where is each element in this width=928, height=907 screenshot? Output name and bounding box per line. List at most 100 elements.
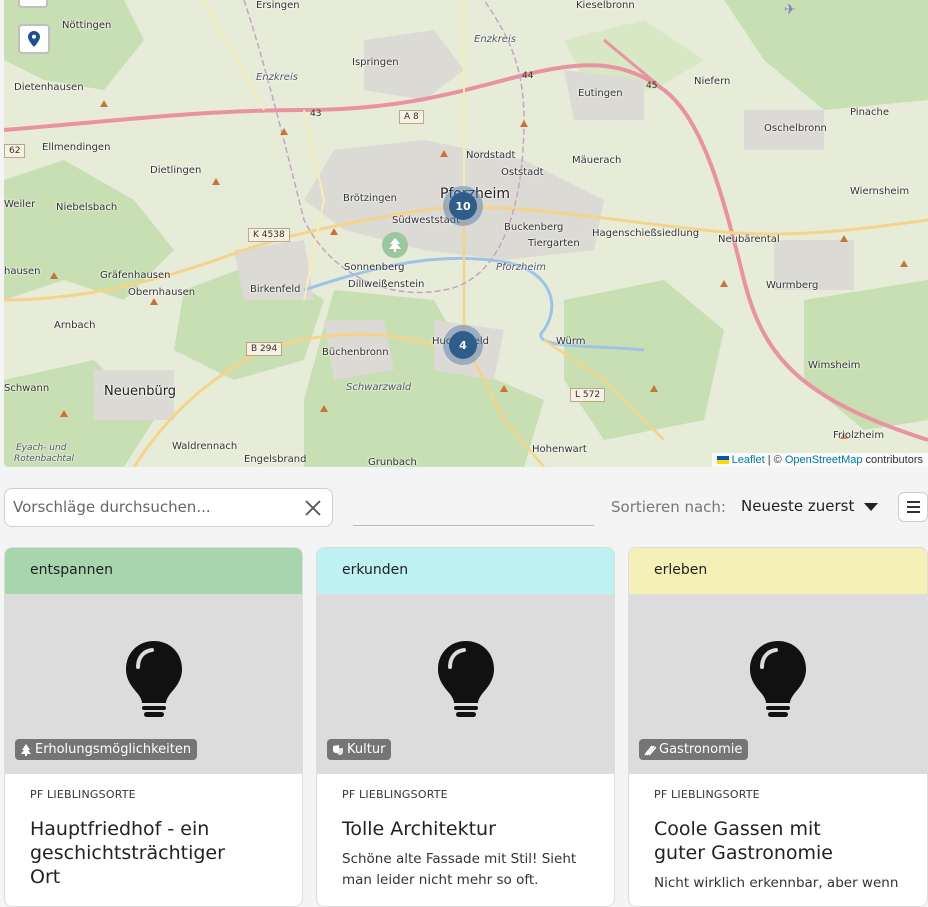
cluster-count: 4 [449,331,477,359]
sort-value: Neueste zuerst [741,497,855,515]
card-category: entspannen [5,548,302,594]
lightbulb-icon [750,641,806,717]
map-label: Enzkreis [474,34,516,45]
osm-link[interactable]: OpenStreetMap [785,454,863,466]
card-image: Gastronomie [629,594,927,774]
category-badge: Kultur [327,739,392,760]
road-shield: K 4538 [248,228,290,242]
map-label: Eutingen [578,88,623,99]
map-label: Waldrennach [172,441,238,452]
close-icon[interactable] [302,497,324,519]
category-badge: Gastronomie [639,739,749,760]
menu-icon [906,501,920,503]
masks-icon [333,744,343,755]
map-label: Buckenberg [504,222,564,233]
map[interactable]: Nöttingen Ersingen Kieselbronn Dietenhau… [4,0,928,467]
map-label: Pinache [850,107,890,118]
map-label: Sonnenberg [344,262,405,273]
map-label: Wurmberg [766,280,819,291]
road-shield: B 294 [246,342,283,356]
map-label: Oschelbronn [764,123,827,134]
airport-icon: ✈ [784,2,796,18]
sort-label: Sortieren nach: [611,498,726,516]
sort-dropdown[interactable]: Neueste zuerst [741,497,879,515]
map-marker-icon [28,31,40,47]
card-category: erleben [629,548,927,594]
map-label: Grunbach [368,457,417,467]
map-label: Ersingen [256,0,300,11]
card-description: Nicht wirklich erkennbar, aber wenn [654,875,899,891]
marker-cluster[interactable]: 10 [443,186,483,226]
suggestion-card[interactable]: erleben Gastronomie PF LIEBLINGSORTE Coo… [628,547,928,907]
card-title: Tolle Architektur [342,818,496,840]
road-shield: 44 [522,71,534,81]
map-label: Pforzheim [496,262,547,273]
map-label: Büchenbronn [322,347,389,358]
lightbulb-icon [125,641,182,717]
marker-cluster[interactable]: 4 [443,325,483,365]
card-title: Coole Gassen mit guter Gastronomie [654,818,833,864]
map-label: Enzkreis [256,72,298,83]
map-label: Hagenschießsiedlung [592,228,700,239]
card-image: Erholungsmöglichkeiten [5,594,302,774]
list-view-button[interactable] [898,492,928,522]
map-label: Ispringen [352,57,399,68]
utensils-icon [644,745,656,756]
filter-field[interactable] [353,525,594,526]
map-attribution: Leaflet | © OpenStreetMap contributors [711,453,928,467]
map-label: Würm [556,336,586,347]
suggestion-card[interactable]: entspannen Erholungsmöglichkeiten PF LIE… [4,547,303,907]
badge-label: Erholungsmöglichkeiten [35,742,192,757]
cluster-count: 10 [449,192,477,220]
card-title: Hauptfriedhof - ein geschichtsträchtiger… [30,818,225,888]
card-source: PF LIEBLINGSORTE [342,788,448,801]
map-label: Rotenbachtal [14,454,74,464]
card-source: PF LIEBLINGSORTE [654,788,760,801]
card-category: erkunden [317,548,614,594]
search-input[interactable] [13,498,293,516]
caret-down-icon [864,503,879,511]
map-label: Schwann [4,383,50,394]
attribution-separator: | © [764,454,785,466]
leaflet-link[interactable]: Leaflet [732,454,765,466]
map-label: Wiernsheim [850,186,910,197]
map-label: Eyach- und [16,443,67,453]
suggestion-card[interactable]: erkunden Kultur PF LIEBLINGSORTE Tolle A… [316,547,615,907]
map-label: Wimsheim [808,360,861,371]
map-label: hausen [4,266,41,277]
tree-icon [21,743,31,756]
locate-button[interactable] [18,24,50,54]
badge-label: Kultur [347,742,386,757]
card-description: Schöne alte Fassade mit Stil! Sieht man … [342,851,577,888]
map-label: Tiergarten [528,238,580,249]
card-image: Kultur [317,594,614,774]
map-label: Oststadt [501,167,544,178]
map-label: Ellmendingen [42,142,111,153]
road-shield: 62 [4,144,26,158]
road-shield: A 8 [399,110,424,124]
map-label: Obernhausen [128,287,196,298]
category-badge: Erholungsmöglichkeiten [15,739,198,760]
road-shield: 45 [646,81,658,91]
map-label-town: Neuenbürg [104,384,177,399]
map-label: Niebelsbach [56,202,118,213]
map-label: Brötzingen [343,193,397,204]
map-label: Engelsbrand [244,454,307,465]
map-label: Niefern [694,76,731,87]
search-box [4,488,333,527]
map-label: Dietenhausen [14,82,84,93]
map-label: Dillweißenstein [348,279,425,290]
badge-label: Gastronomie [659,742,743,757]
ukraine-flag-icon [716,456,729,465]
map-label: Neubärental [718,234,780,245]
map-label: Birkenfeld [250,284,301,295]
card-source: PF LIEBLINGSORTE [30,788,136,801]
lightbulb-icon [437,641,494,717]
tree-marker-icon[interactable] [382,232,408,258]
zoom-control[interactable] [18,0,48,8]
map-label: Weiler [4,199,36,210]
map-label: Arnbach [54,320,96,331]
map-label: Mäuerach [572,155,622,166]
road-shield: 43 [310,109,322,119]
map-label: Hohenwart [532,444,587,455]
